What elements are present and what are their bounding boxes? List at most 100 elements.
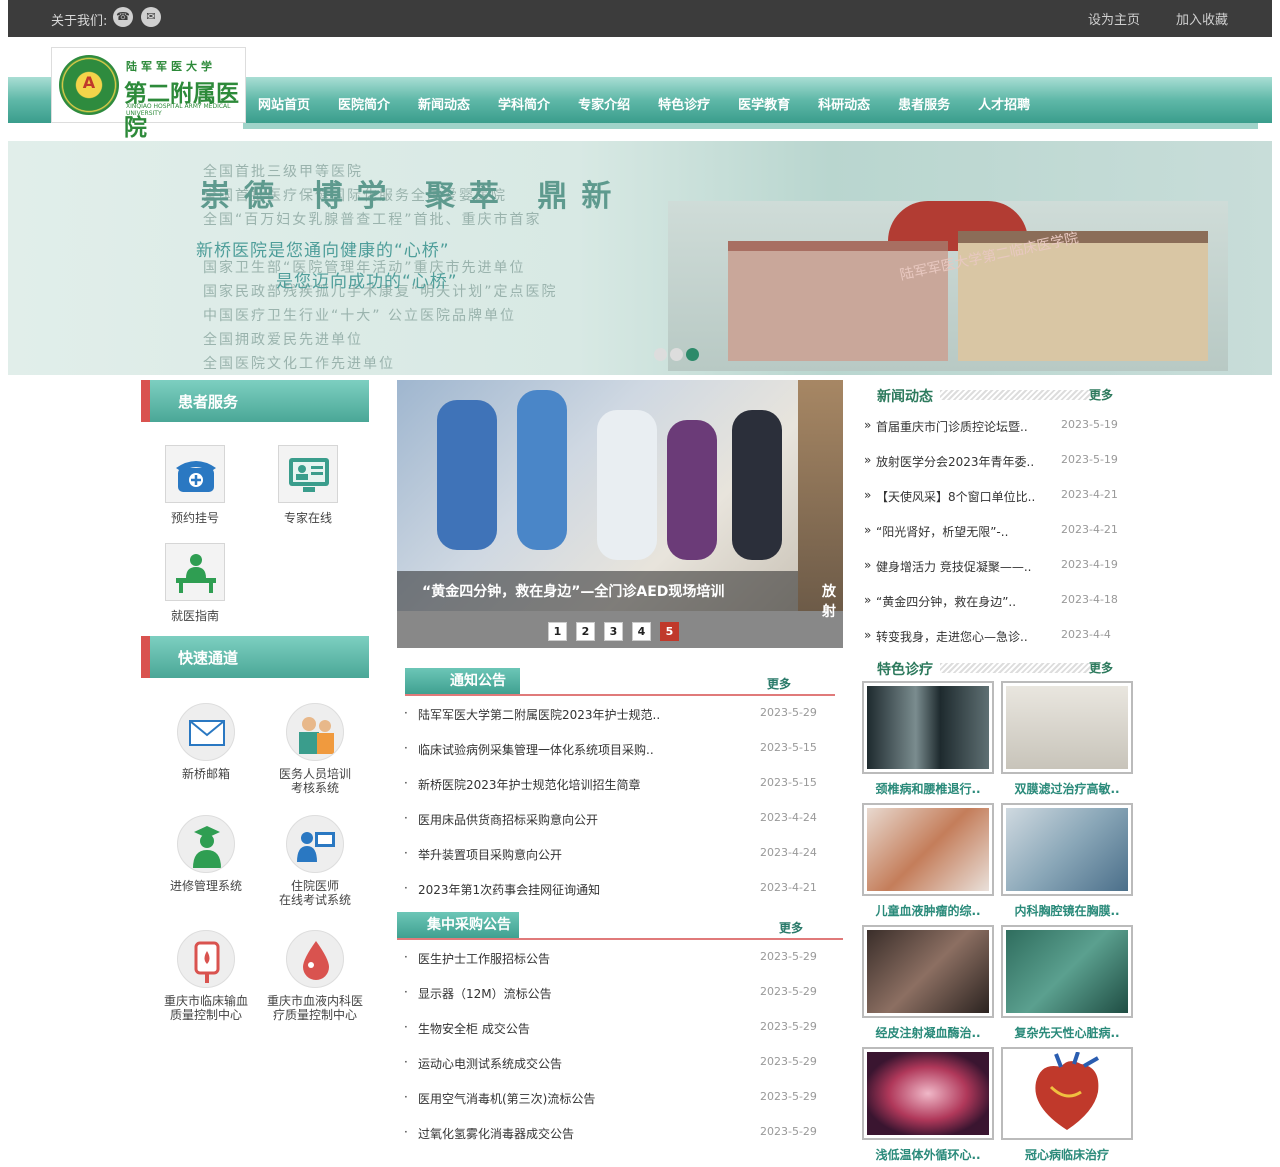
telephone-icon [165, 445, 225, 503]
purchase-title[interactable]: 集中采购公告 [397, 912, 519, 939]
notice-title[interactable]: 通知公告 [405, 668, 520, 695]
banner-pagination [654, 348, 702, 361]
slider-page-1[interactable]: 1 [548, 622, 567, 641]
list-item[interactable]: · 运动心电测试系统成交公告 2023-5-29 [404, 1055, 824, 1090]
tile-caption: 颈椎病和腰椎退行.. [875, 782, 981, 796]
list-item[interactable]: · 医用床品供货商招标采购意向公开 2023-4-24 [404, 811, 824, 846]
advanced-study-link[interactable]: 进修管理系统 [151, 815, 261, 893]
nav-education[interactable]: 医学教育 [738, 94, 790, 113]
banner-tagline-1: 新桥医院是您通向健康的“心桥” [196, 241, 450, 261]
quick-label-2: 疗质量控制中心 [272, 1008, 357, 1022]
list-item[interactable]: » “黄金四分钟，救在身边”.. 2023-4-18 [864, 593, 1134, 628]
hero-banner[interactable]: 陆军军医大学第二临床医学院 全国首批三级甲等医院 全国首批医疗保健国际化服务全国… [8, 141, 1272, 375]
resident-exam-link[interactable]: 住院医师 在线考试系统 [260, 815, 370, 907]
slide-caption[interactable]: “黄金四分钟，救在身边”—全门诊AED现场培训 [422, 581, 724, 601]
special-header: 特色诊疗 更多 [862, 659, 1132, 679]
tile-caption: 经皮注射凝血酶治.. [875, 1026, 981, 1040]
tile-caption: 浅低温体外循环心.. [875, 1148, 981, 1162]
list-item[interactable]: » 首届重庆市门诊质控论坛暨.. 2023-5-19 [864, 418, 1134, 453]
hematology-control-link[interactable]: 重庆市血液内科医 疗质量控制中心 [260, 930, 370, 1022]
slider-page-2[interactable]: 2 [576, 622, 595, 641]
special-tile[interactable]: 儿童血液肿瘤的综.. [862, 803, 994, 919]
set-home-link[interactable]: 设为主页 [1088, 9, 1140, 28]
news-more-link[interactable]: 更多 [1089, 386, 1113, 403]
next-slide-photo [798, 380, 843, 611]
wechat-icon[interactable]: ✉ [141, 7, 161, 27]
next-slide-caption: 放射 [822, 584, 836, 620]
special-tile[interactable]: 颈椎病和腰椎退行.. [862, 681, 994, 797]
list-item[interactable]: · 新桥医院2023年护士规范化培训招生简章 2023-5-15 [404, 776, 824, 811]
patient-service-header: 患者服务 [141, 380, 369, 422]
list-item[interactable]: · 医生护士工作服招标公告 2023-5-29 [404, 950, 824, 985]
list-item[interactable]: » 放射医学分会2023年青年委.. 2023-5-19 [864, 453, 1134, 488]
monitor-icon [278, 445, 338, 503]
nav-home[interactable]: 网站首页 [258, 94, 310, 113]
quick-label: 住院医师 [290, 879, 339, 893]
nav-experts[interactable]: 专家介绍 [578, 94, 630, 113]
special-tile[interactable]: 内科胸腔镜在胸膜.. [1001, 803, 1133, 919]
nav-departments[interactable]: 学科简介 [498, 94, 550, 113]
banner-dot-active[interactable] [686, 348, 699, 361]
list-item[interactable]: · 医用空气消毒机(第三次)流标公告 2023-5-29 [404, 1090, 824, 1125]
slider-page-3[interactable]: 3 [604, 622, 623, 641]
guide-button[interactable]: 就医指南 [155, 543, 235, 624]
list-item[interactable]: · 临床试验病例采集管理一体化系统项目采购.. 2023-5-15 [404, 741, 824, 776]
main-nav: 网站首页 医院简介 新闻动态 学科简介 专家介绍 特色诊疗 医学教育 科研动态 … [258, 94, 1058, 113]
nav-jobs[interactable]: 人才招聘 [978, 94, 1030, 113]
list-item[interactable]: » 健身增活力 竞技促凝聚——.. 2023-4-19 [864, 558, 1134, 593]
special-tile[interactable]: 复杂先天性心脏病.. [1001, 925, 1133, 1041]
slider-page-4[interactable]: 4 [632, 622, 651, 641]
transfusion-control-link[interactable]: 重庆市临床输血 质量控制中心 [151, 930, 261, 1022]
top-bar: 关于我们: ☎ ✉ 设为主页 加入收藏 [8, 0, 1272, 37]
list-item[interactable]: · 过氧化氢雾化消毒器成交公告 2023-5-29 [404, 1125, 824, 1160]
nav-research[interactable]: 科研动态 [818, 94, 870, 113]
hospital-logo[interactable]: A 陆军军医大学 第二附属医院 XINQIAO HOSPITAL ARMY ME… [51, 47, 246, 141]
purchase-more-link[interactable]: 更多 [779, 919, 803, 936]
nav-intro[interactable]: 医院简介 [338, 94, 390, 113]
envelope-icon [177, 703, 235, 761]
list-item[interactable]: · 举升装置项目采购意向公开 2023-4-24 [404, 846, 824, 881]
list-item[interactable]: · 显示器（12M）流标公告 2023-5-29 [404, 985, 824, 1020]
slider-page-5-active[interactable]: 5 [660, 622, 679, 641]
expert-online-button[interactable]: 专家在线 [268, 445, 348, 526]
list-item[interactable]: » 转变我身，走进您心—急诊.. 2023-4-4 [864, 628, 1134, 663]
notice-more-link[interactable]: 更多 [767, 675, 791, 692]
special-tile[interactable]: 冠心病临床治疗 [1001, 1047, 1133, 1163]
slider-pager: 1 2 3 4 5 [548, 622, 688, 641]
banner-tagline-2: 是您迈向成功的“心桥” [276, 272, 458, 292]
special-tile[interactable]: 双膜滤过治疗高敏.. [1001, 681, 1133, 797]
hospital-building-image: 陆军军医大学第二临床医学院 [668, 201, 1228, 371]
list-item[interactable]: » 【天使风采】8个窗口单位比.. 2023-4-21 [864, 488, 1134, 523]
nav-special[interactable]: 特色诊疗 [658, 94, 710, 113]
special-tile[interactable]: 经皮注射凝血酶治.. [862, 925, 994, 1041]
phone-icon[interactable]: ☎ [113, 7, 133, 27]
banner-dot[interactable] [670, 348, 683, 361]
special-title[interactable]: 特色诊疗 [877, 659, 933, 679]
hospital-mail-link[interactable]: 新桥邮箱 [151, 703, 261, 781]
list-item[interactable]: » “阳光肾好，析望无限”-.. 2023-4-21 [864, 523, 1134, 558]
logo-university: 陆军军医大学 [126, 60, 216, 73]
notice-list: · 陆军军医大学第二附属医院2023年护士规范.. 2023-5-29 · 临床试验病… [404, 706, 824, 916]
list-item[interactable]: · 2023年第1次药事会挂网征询通知 2023-4-21 [404, 881, 824, 916]
list-item[interactable]: · 陆军军医大学第二附属医院2023年护士规范.. 2023-5-29 [404, 706, 824, 741]
list-item[interactable]: · 生物安全柜 成交公告 2023-5-29 [404, 1020, 824, 1055]
quick-label: 重庆市血液内科医 [266, 994, 363, 1008]
news-photo-slider[interactable]: “黄金四分钟，救在身边”—全门诊AED现场培训 放射 1 2 3 4 5 [397, 380, 843, 648]
guide-label: 就医指南 [170, 609, 219, 623]
banner-dot[interactable] [654, 348, 667, 361]
section-title: 患者服务 [178, 393, 239, 411]
appointment-button[interactable]: 预约挂号 [155, 445, 235, 526]
news-header: 新闻动态 更多 [862, 386, 1132, 406]
news-title[interactable]: 新闻动态 [877, 386, 933, 406]
staff-training-link[interactable]: 医务人员培训 考核系统 [260, 703, 370, 795]
nav-patient[interactable]: 患者服务 [898, 94, 950, 113]
add-favorite-link[interactable]: 加入收藏 [1176, 9, 1228, 28]
special-tile[interactable]: 浅低温体外循环心.. [862, 1047, 994, 1163]
blood-bag-icon [177, 930, 235, 988]
tile-caption: 儿童血液肿瘤的综.. [875, 904, 981, 918]
purchase-tab-header: 集中采购公告 更多 [397, 912, 843, 940]
notice-tab-header: 通知公告 更多 [405, 668, 835, 696]
special-more-link[interactable]: 更多 [1089, 659, 1113, 676]
purchase-list: · 医生护士工作服招标公告 2023-5-29 · 显示器（12M）流标公告 2023-… [404, 950, 824, 1160]
nav-news[interactable]: 新闻动态 [418, 94, 470, 113]
